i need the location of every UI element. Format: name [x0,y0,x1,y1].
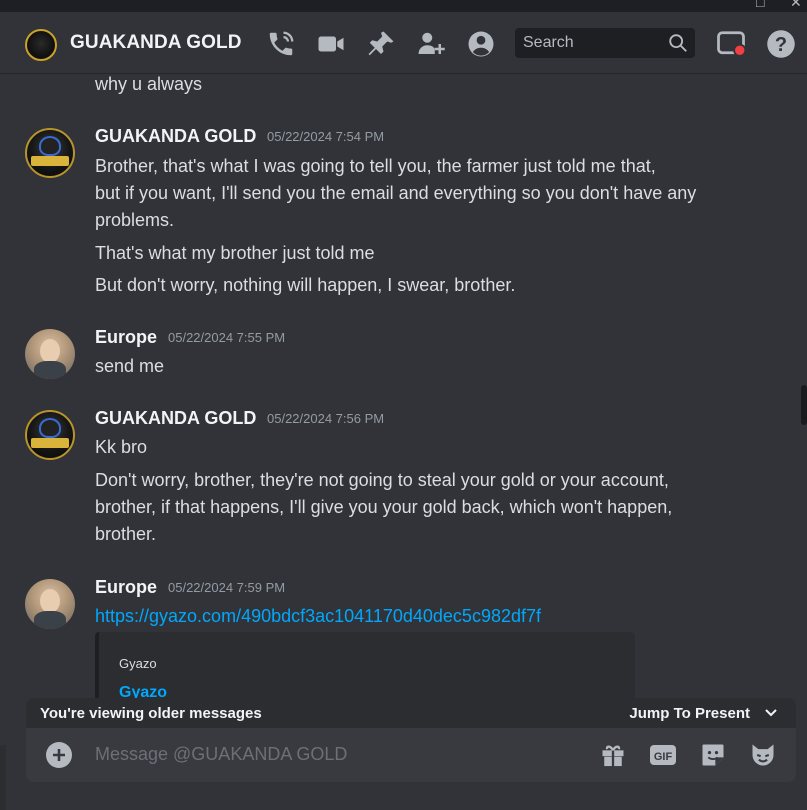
channel-header: GUAKANDA GOLD Search ? [0,12,807,74]
message-text: problems. [95,210,175,230]
link-embed: Gyazo Gyazo [95,632,635,698]
maximize-icon[interactable]: □ [756,0,764,10]
user-avatar[interactable] [25,329,75,379]
message-text: But don't worry, nothing will happen, I … [95,275,516,295]
author-name[interactable]: GUAKANDA GOLD [95,408,256,429]
search-placeholder: Search [523,34,574,51]
message-text: That's what my brother just told me [95,243,375,263]
message-text: Don't worry, brother, they're not going … [95,470,669,490]
author-name[interactable]: Europe [95,327,157,348]
sticker-icon[interactable] [699,741,727,769]
scrollbar-thumb[interactable] [801,385,807,425]
window-titlebar: □ ✕ [0,0,807,12]
embed-title[interactable]: Gyazo [119,684,167,698]
older-messages-bar: You're viewing older messages Jump To Pr… [26,698,796,728]
phone-call-icon[interactable] [266,29,296,59]
profile-icon[interactable] [466,29,496,59]
gift-icon[interactable] [599,741,627,769]
message-composer: Message @GUAKANDA GOLD GIF [26,728,796,782]
emoji-icon[interactable] [749,741,777,769]
plus-icon [53,749,65,761]
search-icon[interactable] [667,32,689,54]
user-avatar[interactable] [25,128,75,178]
message-text: why u always [95,74,203,94]
message-text: but if you want, I'll send you the email… [95,183,697,203]
search-input[interactable]: Search [515,28,695,58]
message-text: Brother, that's what I was going to tell… [95,156,656,176]
add-member-icon[interactable] [416,29,446,59]
author-name[interactable]: Europe [95,577,157,598]
jump-to-present-button[interactable]: Jump To Present [629,705,750,722]
message-text: Kk bro [95,437,148,457]
user-avatar[interactable] [25,579,75,629]
older-messages-label: You're viewing older messages [40,705,262,722]
chevron-down-icon[interactable] [764,705,778,719]
author-name[interactable]: GUAKANDA GOLD [95,126,256,147]
message-text: send me [95,356,165,376]
message-timestamp: 05/22/2024 7:55 PM [168,330,286,345]
svg-text:?: ? [775,34,787,56]
video-icon[interactable] [316,29,346,59]
pin-icon[interactable] [366,29,396,59]
gif-label: GIF [654,751,673,763]
message-timestamp: 05/22/2024 7:54 PM [267,129,385,144]
message-list[interactable]: why u always GUAKANDA GOLD 05/22/2024 7:… [0,74,807,698]
message-timestamp: 05/22/2024 7:56 PM [267,411,385,426]
help-icon[interactable]: ? [766,29,796,59]
close-icon[interactable]: ✕ [790,0,802,11]
message-timestamp: 05/22/2024 7:59 PM [168,580,286,595]
embed-provider[interactable]: Gyazo [119,656,157,671]
gif-button[interactable]: GIF [649,741,677,769]
channel-title[interactable]: GUAKANDA GOLD [70,32,242,54]
dm-avatar[interactable] [25,29,57,61]
message-text: brother. [95,524,157,544]
user-avatar[interactable] [25,410,75,460]
side-strip [0,745,6,810]
add-attachment-button[interactable] [46,742,72,768]
message-text: brother, if that happens, I'll give you … [95,497,673,517]
inbox-icon[interactable] [716,29,747,59]
message-link[interactable]: https://gyazo.com/490bdcf3ac1041170d40de… [95,603,745,630]
message-input[interactable]: Message @GUAKANDA GOLD [95,744,347,765]
